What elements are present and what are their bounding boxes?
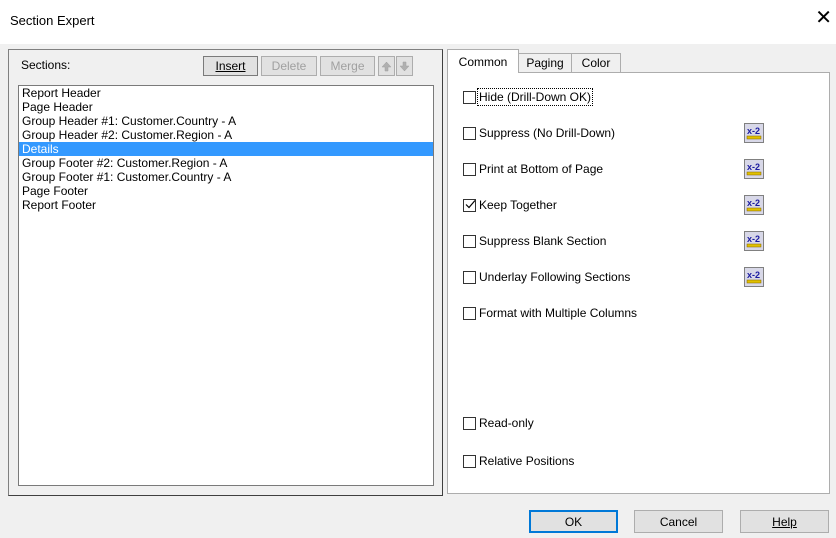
keep-together-checkbox[interactable] (463, 198, 476, 212)
arrow-up-icon (381, 61, 392, 71)
formula-icon-label: x-2 (747, 198, 760, 208)
list-item[interactable]: Group Header #1: Customer.Country - A (19, 114, 433, 128)
list-item[interactable]: Group Footer #1: Customer.Country - A (19, 170, 433, 184)
print-bottom-checkbox[interactable] (463, 162, 476, 176)
list-item[interactable]: Group Header #2: Customer.Region - A (19, 128, 433, 142)
list-item[interactable]: Page Footer (19, 184, 433, 198)
keep-together-option[interactable]: Keep Together (463, 197, 557, 213)
read-only-checkbox[interactable] (463, 416, 476, 430)
formula-icon: x-2 (746, 162, 762, 176)
formula-icon: x-2 (746, 126, 762, 140)
multiple-columns-label: Format with Multiple Columns (479, 306, 638, 320)
arrow-down-icon (399, 61, 410, 71)
formula-icon-label: x-2 (747, 162, 760, 172)
formula-icon: x-2 (746, 234, 762, 248)
multiple-columns-option[interactable]: Format with Multiple Columns (463, 305, 637, 321)
relative-positions-option[interactable]: Relative Positions (463, 453, 574, 469)
read-only-label: Read-only (479, 416, 534, 430)
print-bottom-formula-button[interactable]: x-2 (744, 159, 764, 179)
hide-option[interactable]: Hide (Drill-Down OK) (463, 88, 594, 106)
cancel-button[interactable]: Cancel (634, 510, 723, 533)
help-button[interactable]: Help (740, 510, 829, 533)
tab-color[interactable]: Color (571, 53, 621, 72)
suppress-blank-label: Suppress Blank Section (479, 234, 607, 248)
list-item-selected[interactable]: Details (19, 142, 433, 156)
sections-panel: Sections: Insert Delete Merge Report Hea… (8, 49, 443, 496)
suppress-blank-checkbox[interactable] (463, 234, 476, 248)
delete-button[interactable]: Delete (261, 56, 317, 76)
sections-listbox[interactable]: Report Header Page Header Group Header #… (18, 85, 434, 486)
formula-icon: x-2 (746, 270, 762, 284)
ok-button[interactable]: OK (529, 510, 618, 533)
print-bottom-option[interactable]: Print at Bottom of Page (463, 161, 603, 177)
list-item[interactable]: Page Header (19, 100, 433, 114)
insert-button-label: Insert (215, 59, 246, 73)
checkmark-icon (465, 199, 476, 208)
suppress-checkbox[interactable] (463, 126, 476, 140)
formula-icon: x-2 (746, 198, 762, 212)
list-item[interactable]: Report Header (19, 86, 433, 100)
insert-button[interactable]: Insert (203, 56, 258, 76)
close-icon[interactable]: ✕ (815, 8, 832, 28)
delete-button-label: Delete (271, 59, 307, 73)
merge-button[interactable]: Merge (320, 56, 375, 76)
formula-icon-label: x-2 (747, 234, 760, 244)
formula-icon-label: x-2 (747, 126, 760, 136)
multiple-columns-checkbox[interactable] (463, 306, 476, 320)
sections-label: Sections: (21, 58, 71, 72)
suppress-option[interactable]: Suppress (No Drill-Down) (463, 125, 615, 141)
common-tab-pane: Hide (Drill-Down OK) Suppress (No Drill-… (447, 72, 830, 494)
suppress-blank-option[interactable]: Suppress Blank Section (463, 233, 606, 249)
underlay-option[interactable]: Underlay Following Sections (463, 269, 630, 285)
suppress-blank-formula-button[interactable]: x-2 (744, 231, 764, 251)
suppress-label: Suppress (No Drill-Down) (479, 126, 616, 140)
title-bar: Section Expert ✕ (0, 0, 836, 44)
list-item[interactable]: Group Footer #2: Customer.Region - A (19, 156, 433, 170)
list-item[interactable]: Report Footer (19, 198, 433, 212)
merge-button-label: Merge (330, 59, 365, 73)
dialog-client-area: Sections: Insert Delete Merge Report Hea… (0, 44, 836, 538)
print-bottom-label: Print at Bottom of Page (479, 162, 604, 176)
underlay-checkbox[interactable] (463, 270, 476, 284)
suppress-formula-button[interactable]: x-2 (744, 123, 764, 143)
keep-together-formula-button[interactable]: x-2 (744, 195, 764, 215)
keep-together-label: Keep Together (479, 198, 557, 212)
tab-common[interactable]: Common (447, 49, 519, 73)
move-up-button[interactable] (378, 56, 395, 76)
move-down-button[interactable] (396, 56, 413, 76)
underlay-label: Underlay Following Sections (479, 270, 631, 284)
tab-paging[interactable]: Paging (518, 53, 572, 72)
help-button-label: Help (772, 514, 797, 529)
hide-label: Hide (Drill-Down OK) (476, 88, 594, 106)
formula-icon-label: x-2 (747, 270, 760, 280)
read-only-option[interactable]: Read-only (463, 415, 534, 431)
relative-positions-checkbox[interactable] (463, 454, 476, 468)
hide-checkbox[interactable] (463, 90, 476, 104)
window-title: Section Expert (10, 13, 95, 28)
relative-positions-label: Relative Positions (479, 454, 575, 468)
underlay-formula-button[interactable]: x-2 (744, 267, 764, 287)
